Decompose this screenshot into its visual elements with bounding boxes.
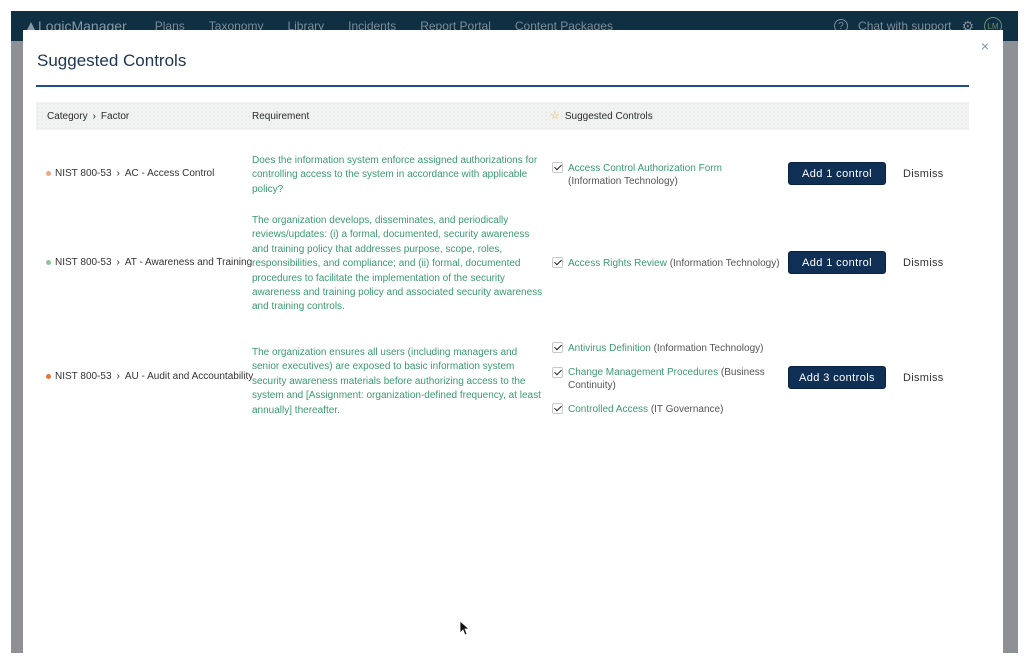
header-requirement-label: Requirement xyxy=(252,111,310,122)
control-link[interactable]: Controlled Access xyxy=(568,404,648,415)
suggested-control-item: Controlled Access (IT Governance) xyxy=(552,403,776,416)
dismiss-button[interactable]: Dismiss xyxy=(903,168,944,180)
logo-mark-icon xyxy=(27,22,35,30)
control-text: Access Control Authorization Form (Infor… xyxy=(568,162,776,188)
modal-title: Suggested Controls xyxy=(37,51,187,70)
table-row: NIST 800-53 › AC - Access Control Does t… xyxy=(36,148,969,218)
header-suggested-controls: ☆ Suggested Controls xyxy=(550,110,653,123)
checkbox-icon[interactable] xyxy=(552,257,563,268)
checkbox-icon[interactable] xyxy=(552,162,563,173)
add-controls-button[interactable]: Add 1 control xyxy=(788,251,886,274)
table-row: NIST 800-53 › AU - Audit and Accountabil… xyxy=(36,336,969,426)
header-factor: Factor xyxy=(100,111,130,122)
table-row: NIST 800-53 › AT - Awareness and Trainin… xyxy=(36,214,969,324)
add-controls-button[interactable]: Add 1 control xyxy=(788,162,886,185)
checkbox-icon[interactable] xyxy=(552,342,563,353)
control-group: (IT Governance) xyxy=(650,404,724,415)
close-icon[interactable]: × xyxy=(981,39,989,53)
add-controls-button[interactable]: Add 3 controls xyxy=(788,366,886,389)
requirement-link[interactable]: Does the information system enforce assi… xyxy=(252,154,544,197)
suggested-controls-modal: × Suggested Controls Category › Factor R… xyxy=(23,30,1003,653)
category-factor-cell: NIST 800-53 › AC - Access Control xyxy=(46,168,214,179)
suggested-control-item: Access Control Authorization Form (Infor… xyxy=(552,162,776,188)
dismiss-button[interactable]: Dismiss xyxy=(903,372,944,384)
chevron-right-icon: › xyxy=(92,111,96,122)
status-dot-icon xyxy=(46,171,51,176)
suggested-control-item: Access Rights Review (Information Techno… xyxy=(552,257,784,270)
checkbox-icon[interactable] xyxy=(552,367,563,378)
control-group: (Information Technology) xyxy=(653,343,764,354)
checkbox-icon[interactable] xyxy=(552,403,563,414)
suggested-control-item: Antivirus Definition (Information Techno… xyxy=(552,342,784,355)
control-group: (Information Technology) xyxy=(568,176,678,187)
category-factor-cell: NIST 800-53 › AT - Awareness and Trainin… xyxy=(46,257,252,268)
control-text: Access Rights Review (Information Techno… xyxy=(568,257,780,270)
control-group: (Information Technology) xyxy=(669,258,780,269)
status-dot-icon xyxy=(46,260,51,265)
header-requirement: Requirement xyxy=(252,111,309,122)
control-text: Controlled Access (IT Governance) xyxy=(568,403,723,416)
star-icon: ☆ xyxy=(550,110,560,122)
factor-label: AU - Audit and Accountability xyxy=(124,371,254,382)
factor-label: AT - Awareness and Training xyxy=(124,257,253,268)
title-divider xyxy=(36,85,969,87)
header-controls-label: Suggested Controls xyxy=(564,111,653,122)
category-label: NIST 800-53 xyxy=(55,168,112,179)
control-link[interactable]: Access Control Authorization Form xyxy=(568,163,722,174)
chevron-right-icon: › xyxy=(116,257,120,268)
category-factor-cell: NIST 800-53 › AU - Audit and Accountabil… xyxy=(46,371,253,382)
control-text: Change Management Procedures (Business C… xyxy=(568,366,776,392)
suggested-control-item: Change Management Procedures (Business C… xyxy=(552,366,776,392)
control-text: Antivirus Definition (Information Techno… xyxy=(568,342,763,355)
status-dot-icon xyxy=(46,374,51,379)
table-header: Category › Factor Requirement ☆ Suggeste… xyxy=(36,102,969,130)
factor-label: AC - Access Control xyxy=(124,168,215,179)
control-link[interactable]: Change Management Procedures xyxy=(568,367,718,378)
mouse-cursor-icon xyxy=(459,620,469,636)
requirement-link[interactable]: The organization ensures all users (incl… xyxy=(252,346,544,418)
category-label: NIST 800-53 xyxy=(55,371,112,382)
header-category-factor: Category › Factor xyxy=(47,111,129,122)
app-frame: LogicManager Plans Taxonomy Library Inci… xyxy=(11,11,1018,653)
control-link[interactable]: Antivirus Definition xyxy=(568,343,651,354)
dismiss-button[interactable]: Dismiss xyxy=(903,257,944,269)
chevron-right-icon: › xyxy=(116,168,120,179)
header-category: Category xyxy=(47,111,88,122)
chevron-right-icon: › xyxy=(116,371,120,382)
requirement-link[interactable]: The organization develops, disseminates,… xyxy=(252,214,544,315)
control-link[interactable]: Access Rights Review xyxy=(568,258,667,269)
category-label: NIST 800-53 xyxy=(55,257,112,268)
